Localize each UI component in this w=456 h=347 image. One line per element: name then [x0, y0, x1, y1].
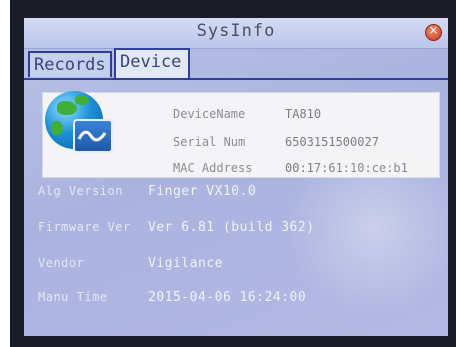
serial-num-label: Serial Num — [173, 135, 246, 149]
vendor-label: Vendor — [38, 256, 85, 270]
screen: SysInfo × Records Device DeviceName TA81… — [24, 18, 448, 336]
firmware-ver-label: Firmware Ver — [38, 220, 131, 234]
title-bar: SysInfo × — [24, 18, 448, 49]
device-info-card: DeviceName TA810 Serial Num 650315150002… — [42, 91, 440, 178]
window-title: SysInfo — [196, 21, 276, 41]
serial-num-value: 6503151500027 — [285, 135, 379, 149]
vendor-value: Vigilance — [148, 256, 223, 271]
alg-version-value: Finger VX10.0 — [148, 184, 257, 199]
tab-records[interactable]: Records — [28, 51, 112, 77]
manu-time-value: 2015-04-06 16:24:00 — [148, 290, 307, 305]
close-icon: × — [428, 23, 439, 37]
tab-device[interactable]: Device — [114, 48, 190, 78]
manu-time-label: Manu Time — [38, 290, 108, 304]
device-name-label: DeviceName — [173, 107, 246, 121]
firmware-ver-value: Ver 6.81 (build 362) — [148, 220, 315, 235]
tab-bar: Records Device — [24, 48, 448, 80]
alg-version-label: Alg Version — [38, 184, 123, 198]
mac-address-value: 00:17:61:10:ce:b1 — [285, 161, 408, 175]
device-name-value: TA810 — [285, 107, 322, 121]
wave-signal-icon — [73, 119, 113, 153]
mac-address-label: MAC Address — [173, 161, 253, 175]
close-button[interactable]: × — [425, 23, 442, 41]
